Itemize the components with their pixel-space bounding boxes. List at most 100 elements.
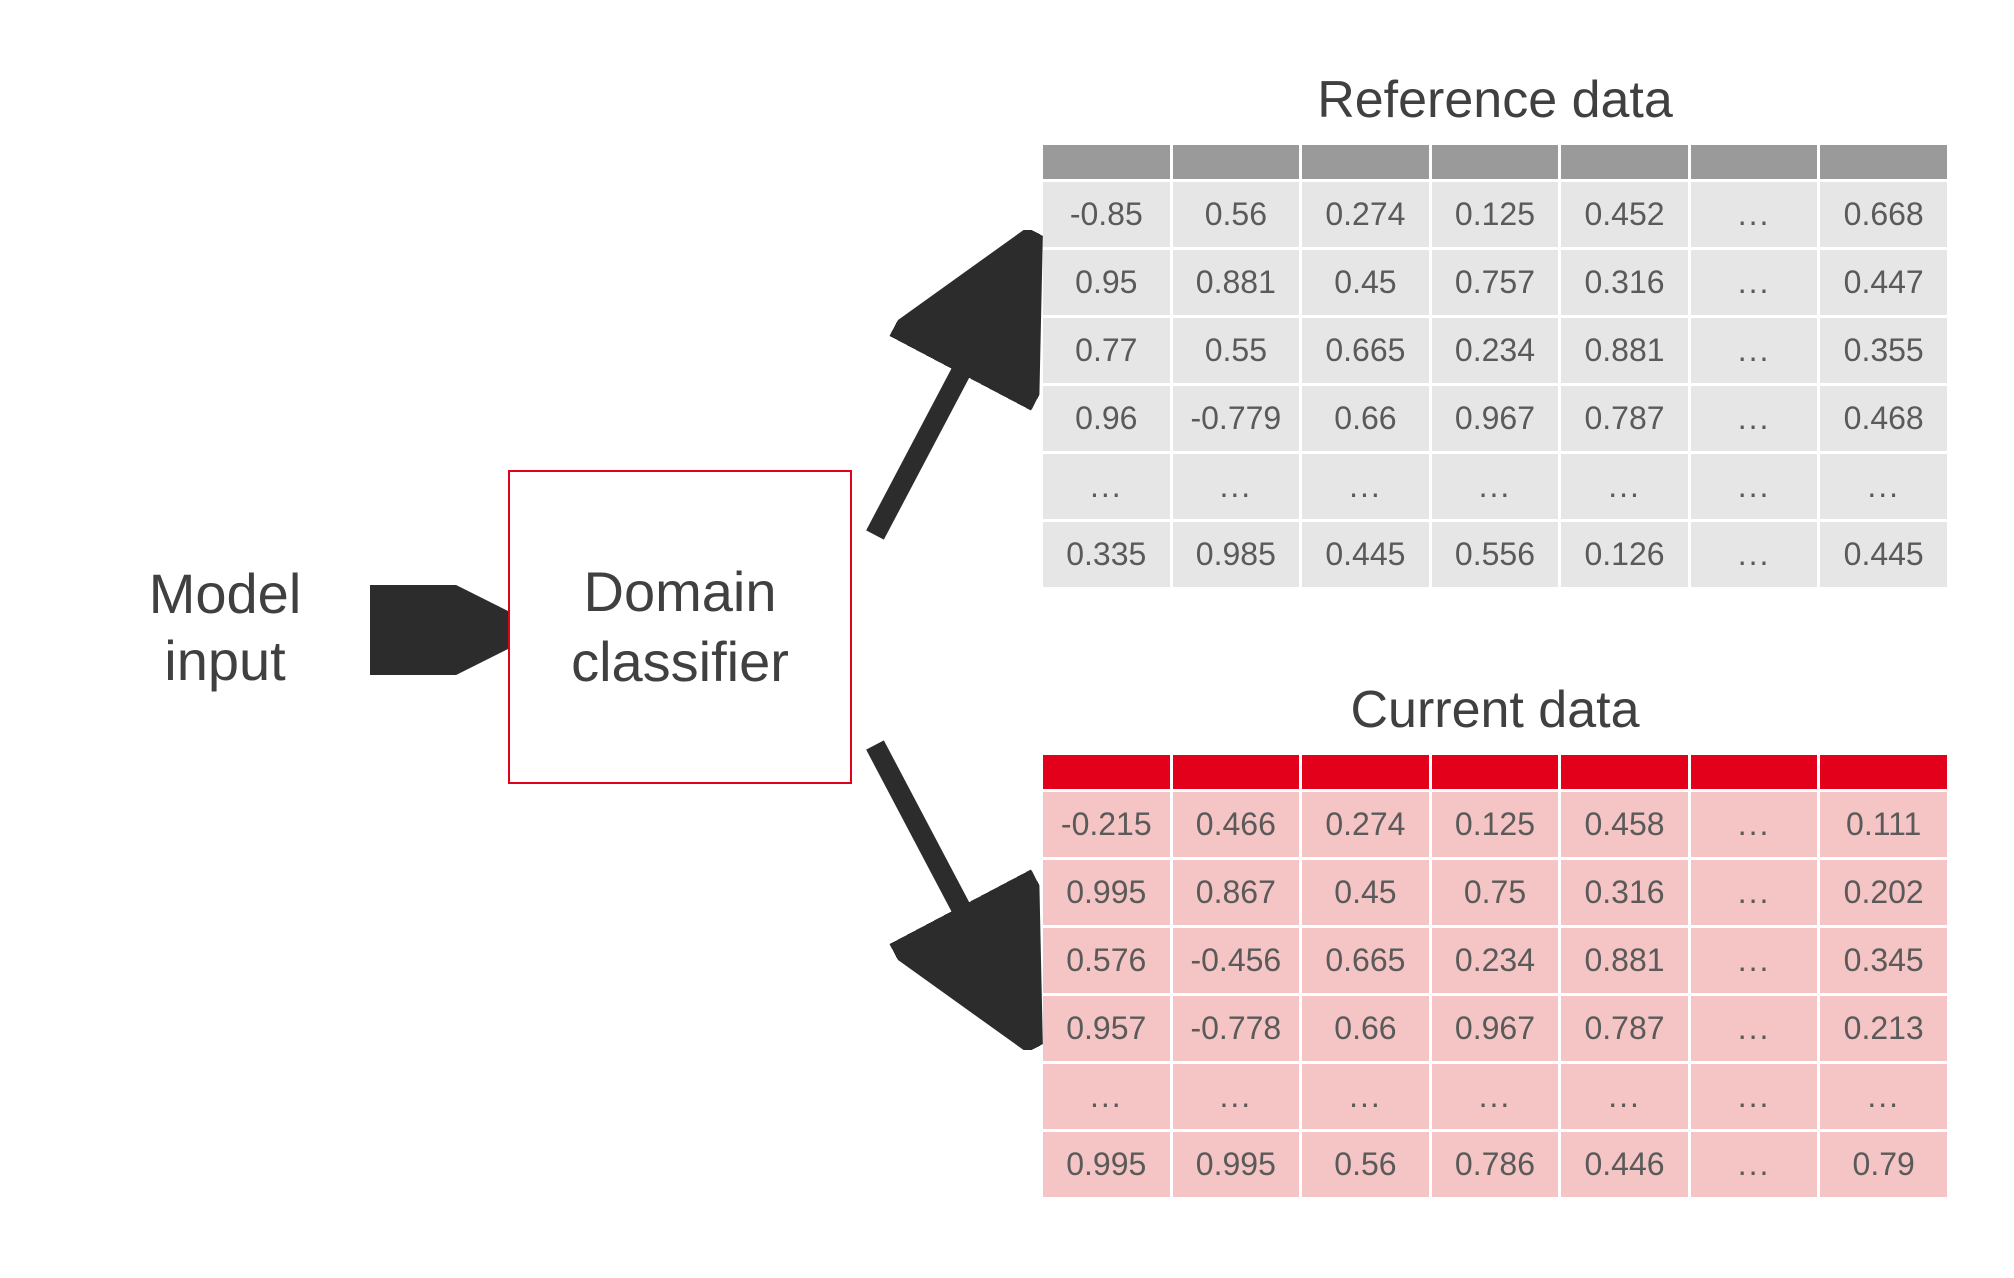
model-input-label: Modelinput [60, 560, 390, 694]
arrow-input-to-classifier [370, 585, 520, 675]
table-cell: 0.45 [1302, 250, 1429, 315]
table-cell: 0.335 [1043, 522, 1170, 587]
table-cell: 0.445 [1820, 522, 1947, 587]
domain-classifier-box: Domainclassifier [508, 470, 852, 784]
table-header-cell [1302, 755, 1429, 789]
table-cell: 0.234 [1432, 318, 1559, 383]
table-cell: -0.215 [1043, 792, 1170, 857]
table-header-cell [1043, 755, 1170, 789]
table-cell: 0.125 [1432, 792, 1559, 857]
current-table-title: Current data [1040, 680, 1950, 740]
table-cell: 0.95 [1043, 250, 1170, 315]
table-cell: 0.213 [1820, 996, 1947, 1061]
arrow-classifier-to-current [860, 730, 1050, 1050]
table-cell: ... [1302, 454, 1429, 519]
table-cell: ... [1691, 386, 1818, 451]
table-cell: 0.466 [1173, 792, 1300, 857]
table-cell: 0.79 [1820, 1132, 1947, 1197]
table-cell: 0.75 [1432, 860, 1559, 925]
table-cell: 0.468 [1820, 386, 1947, 451]
table-cell: ... [1691, 996, 1818, 1061]
table-cell: -0.456 [1173, 928, 1300, 993]
table-cell: 0.881 [1561, 318, 1688, 383]
table-cell: 0.45 [1302, 860, 1429, 925]
table-cell: ... [1691, 1064, 1818, 1129]
reference-table-block: Reference data -0.850.560.2740.1250.452.… [1040, 70, 1950, 590]
table-header-cell [1820, 755, 1947, 789]
table-row: -0.850.560.2740.1250.452...0.668 [1043, 182, 1947, 247]
table-cell: ... [1432, 454, 1559, 519]
model-input-block: Modelinput [60, 560, 390, 765]
table-cell: ... [1691, 182, 1818, 247]
table-cell: 0.458 [1561, 792, 1688, 857]
table-cell: -0.779 [1173, 386, 1300, 451]
reference-table: -0.850.560.2740.1250.452...0.6680.950.88… [1040, 142, 1950, 590]
table-cell: 0.881 [1561, 928, 1688, 993]
table-cell: 0.995 [1173, 1132, 1300, 1197]
table-cell: 0.66 [1302, 996, 1429, 1061]
table-row: 0.576-0.4560.6650.2340.881...0.345 [1043, 928, 1947, 993]
table-row: 0.9950.8670.450.750.316...0.202 [1043, 860, 1947, 925]
table-cell: 0.665 [1302, 928, 1429, 993]
table-row: -0.2150.4660.2740.1250.458...0.111 [1043, 792, 1947, 857]
table-row: 0.96-0.7790.660.9670.787...0.468 [1043, 386, 1947, 451]
table-cell: 0.446 [1561, 1132, 1688, 1197]
table-row: 0.9950.9950.560.7860.446...0.79 [1043, 1132, 1947, 1197]
table-cell: 0.274 [1302, 792, 1429, 857]
table-cell: 0.556 [1432, 522, 1559, 587]
table-cell: 0.111 [1820, 792, 1947, 857]
table-cell: 0.787 [1561, 996, 1688, 1061]
model-input-bar [60, 714, 390, 765]
diagram-stage: Modelinput Domainclassifier [40, 40, 1974, 1238]
table-cell: 0.202 [1820, 860, 1947, 925]
table-cell: 0.881 [1173, 250, 1300, 315]
table-cell: 0.125 [1432, 182, 1559, 247]
table-cell: ... [1173, 1064, 1300, 1129]
table-cell: 0.576 [1043, 928, 1170, 993]
table-row: ..................... [1043, 454, 1947, 519]
table-cell: 0.995 [1043, 1132, 1170, 1197]
table-cell: 0.757 [1432, 250, 1559, 315]
table-row: 0.3350.9850.4450.5560.126...0.445 [1043, 522, 1947, 587]
table-header-cell [1432, 145, 1559, 179]
table-cell: ... [1302, 1064, 1429, 1129]
table-row: 0.957-0.7780.660.9670.787...0.213 [1043, 996, 1947, 1061]
table-cell: ... [1691, 860, 1818, 925]
table-cell: ... [1691, 1132, 1818, 1197]
table-cell: 0.967 [1432, 996, 1559, 1061]
arrow-classifier-to-reference [860, 230, 1050, 550]
table-cell: -0.85 [1043, 182, 1170, 247]
table-cell: ... [1820, 454, 1947, 519]
table-cell: 0.967 [1432, 386, 1559, 451]
table-cell: ... [1691, 522, 1818, 587]
table-cell: ... [1691, 792, 1818, 857]
table-cell: -0.778 [1173, 996, 1300, 1061]
table-cell: 0.445 [1302, 522, 1429, 587]
table-cell: 0.316 [1561, 860, 1688, 925]
table-row: ..................... [1043, 1064, 1947, 1129]
table-cell: 0.452 [1561, 182, 1688, 247]
table-cell: 0.77 [1043, 318, 1170, 383]
table-header-cell [1173, 145, 1300, 179]
reference-table-title: Reference data [1040, 70, 1950, 130]
table-header-cell [1561, 755, 1688, 789]
table-cell: ... [1173, 454, 1300, 519]
table-header-cell [1691, 755, 1818, 789]
table-cell: 0.55 [1173, 318, 1300, 383]
table-cell: ... [1691, 454, 1818, 519]
table-header-cell [1432, 755, 1559, 789]
table-cell: 0.985 [1173, 522, 1300, 587]
table-cell: ... [1691, 318, 1818, 383]
table-row: 0.950.8810.450.7570.316...0.447 [1043, 250, 1947, 315]
table-cell: 0.56 [1173, 182, 1300, 247]
current-table-block: Current data -0.2150.4660.2740.1250.458.… [1040, 680, 1950, 1200]
table-row: 0.770.550.6650.2340.881...0.355 [1043, 318, 1947, 383]
table-cell: ... [1561, 454, 1688, 519]
table-cell: 0.274 [1302, 182, 1429, 247]
table-header-cell [1820, 145, 1947, 179]
table-cell: 0.56 [1302, 1132, 1429, 1197]
table-cell: 0.867 [1173, 860, 1300, 925]
table-cell: ... [1043, 454, 1170, 519]
table-header-cell [1173, 755, 1300, 789]
table-header-cell [1691, 145, 1818, 179]
